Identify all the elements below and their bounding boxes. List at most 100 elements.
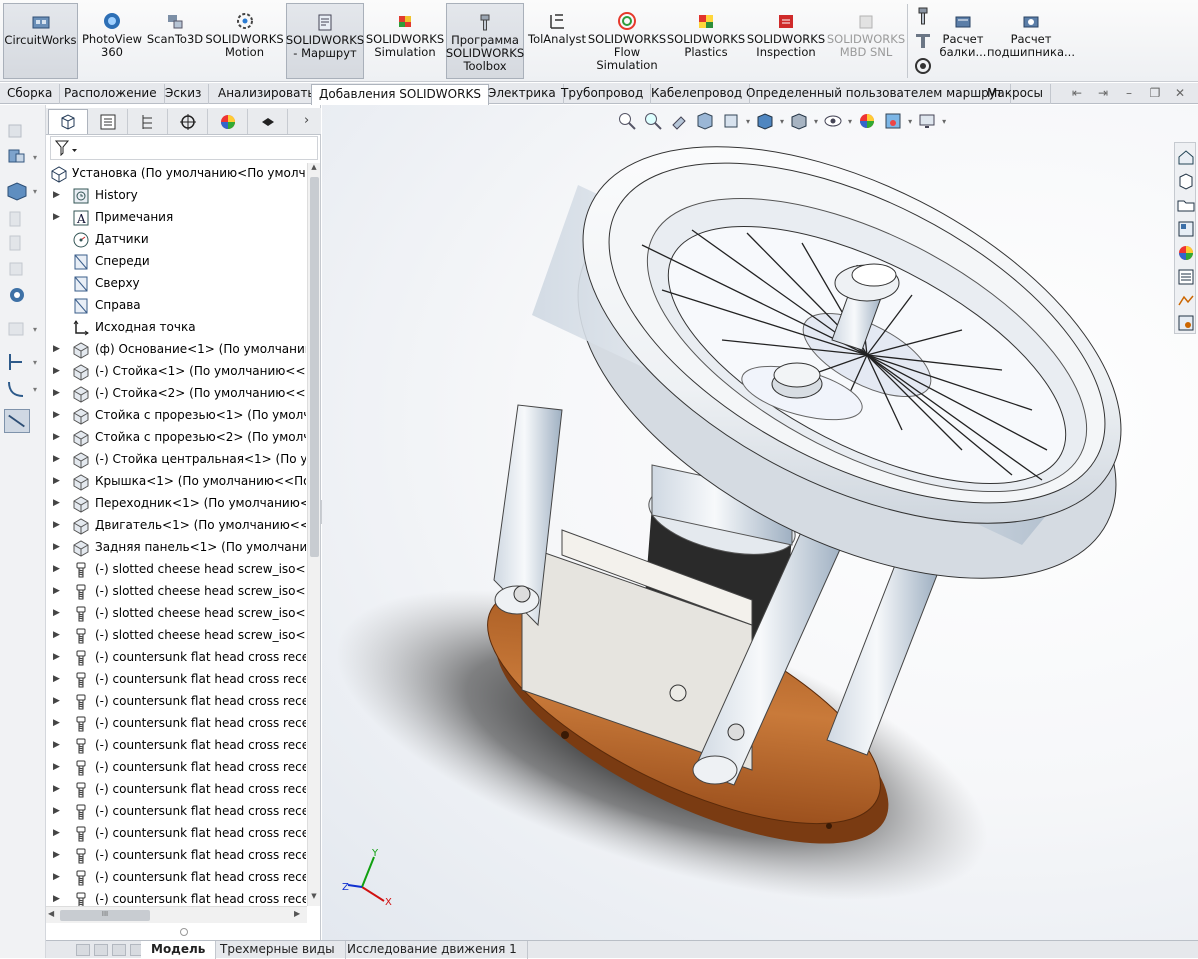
tree-node[interactable]: ▶ Стойка с прорезью<1> (По умолчанию<<По … <box>46 405 306 427</box>
expand-arrow-icon[interactable]: ▶ <box>53 520 60 530</box>
bearing-calculator-button[interactable]: Расчет подшипника... <box>987 3 1075 79</box>
first-tab-nav[interactable] <box>76 944 90 956</box>
tree-node[interactable]: ▶ History <box>46 185 306 207</box>
tree-node[interactable]: ▶ (-) countersunk flat head cross recess … <box>46 867 306 889</box>
tree-node[interactable]: ▶ (-) countersunk flat head cross recess … <box>46 669 306 691</box>
tab-assembly[interactable]: Сборка <box>0 84 61 104</box>
solidworks-plastics-button[interactable]: SOLIDWORKS Plastics <box>667 3 745 79</box>
scroll-thumb[interactable] <box>310 177 319 557</box>
smart-fasteners-icon[interactable] <box>4 231 30 255</box>
expand-arrow-icon[interactable]: ▶ <box>53 498 60 508</box>
circuitworks-button[interactable]: CircuitWorks <box>3 3 78 79</box>
tree-node[interactable]: Исходная точка <box>46 317 306 339</box>
tree-node[interactable]: ▶ (-) Стойка центральная<1> (По умолчанию… <box>46 449 306 471</box>
tree-node[interactable]: ▶ (-) countersunk flat head cross recess … <box>46 735 306 757</box>
flow-simulation-button[interactable]: SOLIDWORKS Flow Simulation <box>588 3 666 79</box>
tree-node[interactable]: ▶ Переходник<1> (По умолчанию<<По умолчан… <box>46 493 306 515</box>
tree-node[interactable]: ▶ (-) countersunk flat head cross recess … <box>46 757 306 779</box>
hscroll-thumb[interactable]: III <box>60 910 150 921</box>
scroll-right-icon[interactable]: ▶ <box>294 909 300 918</box>
expand-arrow-icon[interactable]: ▶ <box>53 718 60 728</box>
tree-node[interactable]: Сверху <box>46 273 306 295</box>
solidworks-inspection-button[interactable]: SOLIDWORKS Inspection <box>747 3 825 79</box>
expand-arrow-icon[interactable]: ▶ <box>53 432 60 442</box>
photoview-360-button[interactable]: PhotoView 360 <box>82 3 142 79</box>
tab-electrical[interactable]: Электрика <box>481 84 564 104</box>
expand-arrow-icon[interactable]: ▶ <box>53 212 60 222</box>
tab-display-manager[interactable] <box>208 109 248 134</box>
expand-arrow-icon[interactable]: ▶ <box>53 476 60 486</box>
tree-node[interactable]: ▶ Задняя панель<1> (По умолчанию<<По умол… <box>46 537 306 559</box>
structure-small-icon[interactable] <box>912 30 934 52</box>
show-hidden-icon[interactable] <box>4 283 30 307</box>
tab-dimxpert-manager[interactable] <box>168 109 208 134</box>
tab-property-manager[interactable] <box>88 109 128 134</box>
toolbox-small-icon[interactable] <box>912 5 934 27</box>
linear-pattern-icon[interactable] <box>4 207 30 231</box>
tree-node[interactable]: ▶ A Примечания <box>46 207 306 229</box>
expand-arrow-icon[interactable]: ▶ <box>53 344 60 354</box>
tab-evaluate[interactable]: Анализировать <box>211 84 323 104</box>
beam-calculator-button[interactable]: Расчет балки... <box>938 3 988 79</box>
tree-node[interactable]: ▶ (-) Стойка<1> (По умолчанию<<По умолчан… <box>46 361 306 383</box>
graphics-area[interactable]: ▾ ▾ ▾ ▾ ▾ ▾ X Y Z <box>322 105 1198 940</box>
tree-node[interactable]: ▶ Двигатель<1> (По умолчанию<<По умолчани… <box>46 515 306 537</box>
component-preview-icon[interactable] <box>4 179 30 203</box>
expand-arrow-icon[interactable]: ▶ <box>53 872 60 882</box>
expand-arrow-icon[interactable]: ▶ <box>53 850 60 860</box>
tab-user-defined-route[interactable]: Определенный пользователем маршрут <box>739 84 1011 104</box>
tree-node[interactable]: ▶ (-) countersunk flat head cross recess … <box>46 691 306 713</box>
scroll-down-icon[interactable]: ▼ <box>308 892 320 904</box>
restore-icon[interactable]: ❐ <box>1148 86 1162 100</box>
tree-node[interactable]: Справа <box>46 295 306 317</box>
tab-layout[interactable]: Расположение <box>57 84 165 104</box>
tree-node[interactable]: ▶ (-) countersunk flat head cross recess … <box>46 779 306 801</box>
chevron-down-icon[interactable]: ▾ <box>33 325 37 334</box>
new-motion-study-icon[interactable] <box>4 377 30 401</box>
tab-feature-manager[interactable] <box>48 109 88 134</box>
tree-node[interactable]: ▶ (-) countersunk flat head cross recess … <box>46 801 306 823</box>
scroll-left-icon[interactable]: ◀ <box>48 909 54 918</box>
expand-arrow-icon[interactable]: ▶ <box>53 630 60 640</box>
minimize-icon[interactable]: – <box>1122 86 1136 100</box>
assembly-features-icon[interactable] <box>4 317 30 341</box>
chevron-down-icon[interactable]: ▾ <box>33 153 37 162</box>
solidworks-routing-button[interactable]: SOLIDWORKS - Маршрут <box>286 3 364 79</box>
expand-arrow-icon[interactable]: ▶ <box>53 806 60 816</box>
tab-tubing[interactable]: Кабелепровод <box>644 84 751 104</box>
tab-configuration-manager[interactable] <box>128 109 168 134</box>
tree-node[interactable]: ▶ Крышка<1> (По умолчанию<<По умолчанию>_… <box>46 471 306 493</box>
expand-arrow-icon[interactable]: ▶ <box>53 388 60 398</box>
instant3d-icon[interactable] <box>4 409 30 433</box>
expand-arrow-icon[interactable]: ▶ <box>53 366 60 376</box>
next-tab-nav[interactable] <box>112 944 126 956</box>
expand-arrow-icon[interactable]: ▶ <box>53 740 60 750</box>
tab-motion-study-1[interactable]: Исследование движения 1 <box>337 941 528 959</box>
expand-arrow-icon[interactable]: ▶ <box>53 784 60 794</box>
move-component-icon[interactable] <box>4 257 30 281</box>
expand-arrow-icon[interactable]: ▶ <box>53 652 60 662</box>
expand-arrow-icon[interactable]: ▶ <box>53 564 60 574</box>
prev-tab-nav[interactable] <box>94 944 108 956</box>
tab-model[interactable]: Модель <box>141 941 217 959</box>
tree-root-assembly[interactable]: Установка (По умолчанию<По умолчанию_Сос… <box>46 163 306 185</box>
expand-arrow-icon[interactable]: ▶ <box>53 586 60 596</box>
expand-arrow-icon[interactable]: ▶ <box>53 608 60 618</box>
solidworks-simulation-button[interactable]: SOLIDWORKS Simulation <box>366 3 444 79</box>
tree-node[interactable]: Спереди <box>46 251 306 273</box>
tab-piping[interactable]: Трубопровод <box>554 84 652 104</box>
expand-arrow-icon[interactable]: ▶ <box>53 190 60 200</box>
tree-node[interactable]: ▶ (-) countersunk flat head cross recess … <box>46 647 306 669</box>
solidworks-toolbox-button[interactable]: Программа SOLIDWORKS Toolbox <box>446 3 524 79</box>
expand-arrow-icon[interactable]: ▶ <box>53 410 60 420</box>
tree-node[interactable]: Датчики <box>46 229 306 251</box>
tree-node[interactable]: ▶ (-) countersunk flat head cross recess … <box>46 713 306 735</box>
panel-right-icon[interactable]: ⇥ <box>1096 86 1110 100</box>
chevron-down-icon[interactable]: ▾ <box>33 385 37 394</box>
tab-macros[interactable]: Макросы <box>980 84 1051 104</box>
tree-node[interactable]: ▶ (-) slotted cheese head screw_iso<6> (I… <box>46 625 306 647</box>
tree-node[interactable]: ▶ (-) slotted cheese head screw_iso<2> (I… <box>46 581 306 603</box>
tree-node[interactable]: ▶ (-) countersunk flat head cross recess … <box>46 845 306 867</box>
panel-left-icon[interactable]: ⇤ <box>1070 86 1084 100</box>
tree-node[interactable]: ▶ Стойка с прорезью<2> (По умолчанию<<По … <box>46 427 306 449</box>
